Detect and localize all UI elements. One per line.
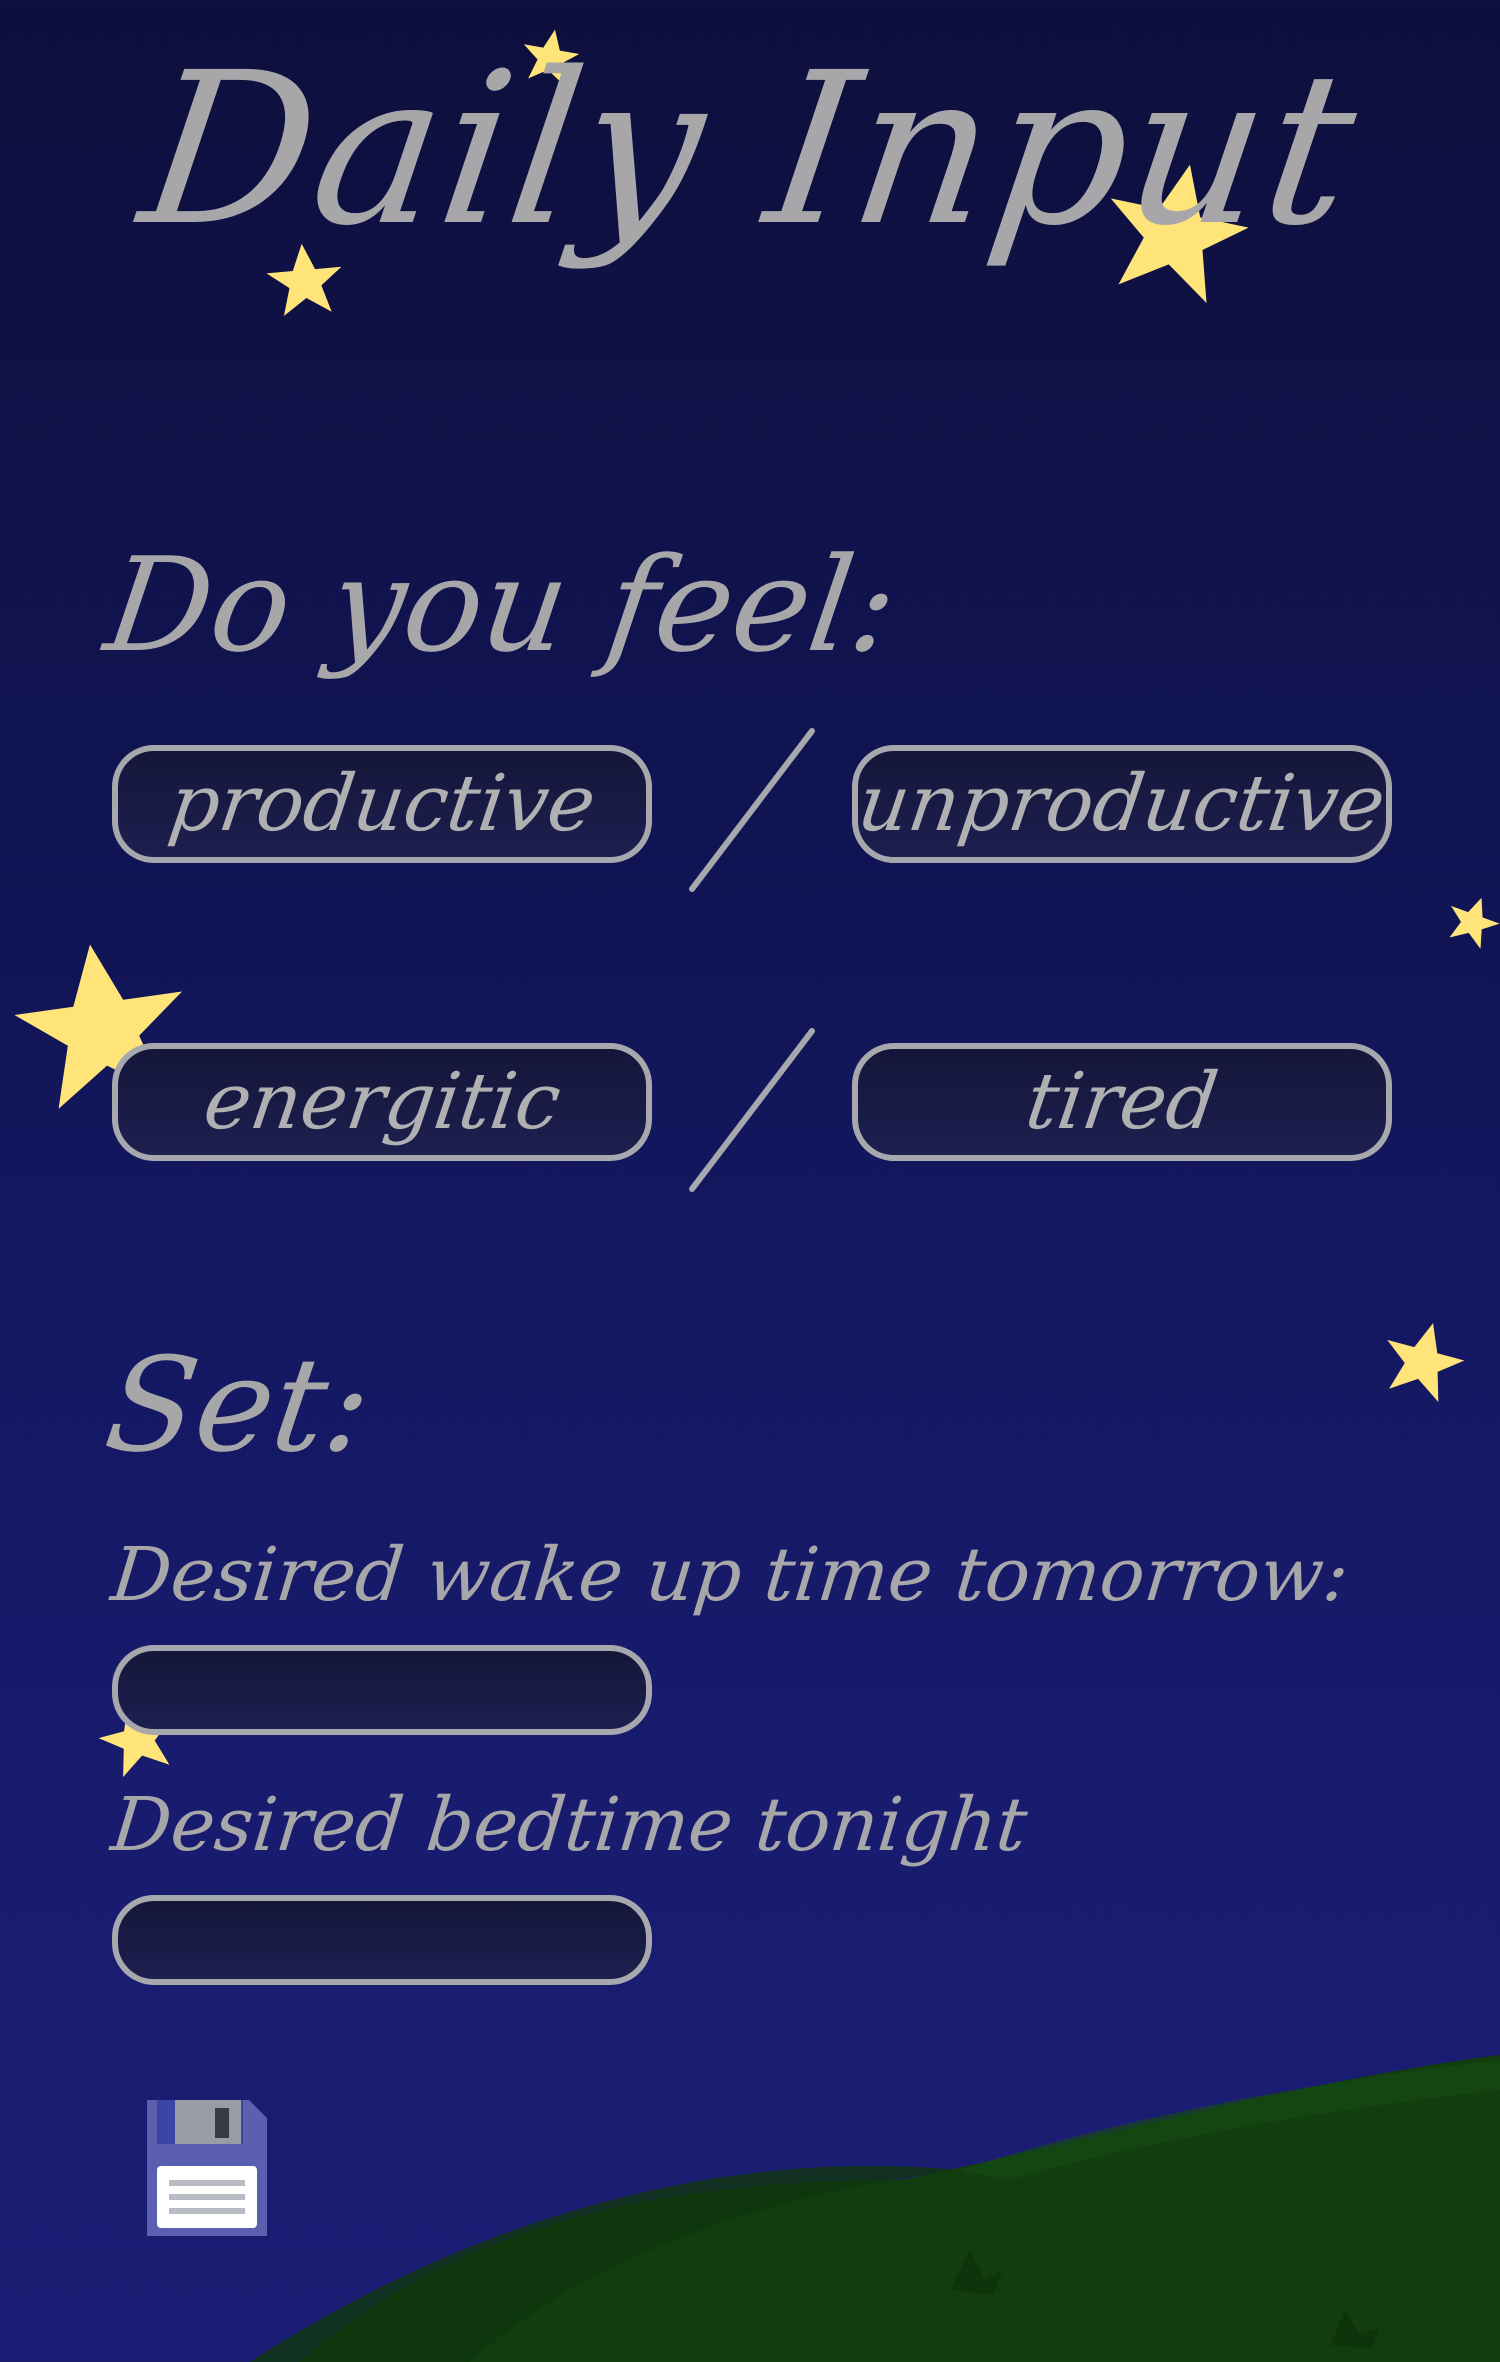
unproductive-button[interactable]: unproductive: [852, 745, 1392, 863]
page-title: Daily Input: [129, 27, 1372, 272]
divider-slash: [689, 728, 815, 892]
floppy-disk-icon[interactable]: [145, 2098, 269, 2238]
bedtime-label: Desired bedtime tonight: [107, 1782, 1032, 1868]
unproductive-label: unproductive: [853, 759, 1391, 849]
energitic-label: energitic: [198, 1057, 566, 1147]
energitic-button[interactable]: energitic: [112, 1043, 652, 1161]
star-icon: [1387, 1323, 1465, 1402]
wake-time-label: Desired wake up time tomorrow:: [107, 1532, 1353, 1618]
bedtime-input[interactable]: [112, 1895, 652, 1985]
wake-time-input[interactable]: [112, 1645, 652, 1735]
productive-button[interactable]: productive: [112, 745, 652, 863]
tired-label: tired: [1020, 1057, 1224, 1147]
set-heading: Set:: [97, 1329, 381, 1481]
star-icon: [1449, 897, 1500, 949]
tired-button[interactable]: tired: [852, 1043, 1392, 1161]
divider-slash: [689, 1028, 815, 1192]
productive-label: productive: [163, 759, 601, 849]
feel-heading: Do you feel:: [97, 529, 907, 681]
